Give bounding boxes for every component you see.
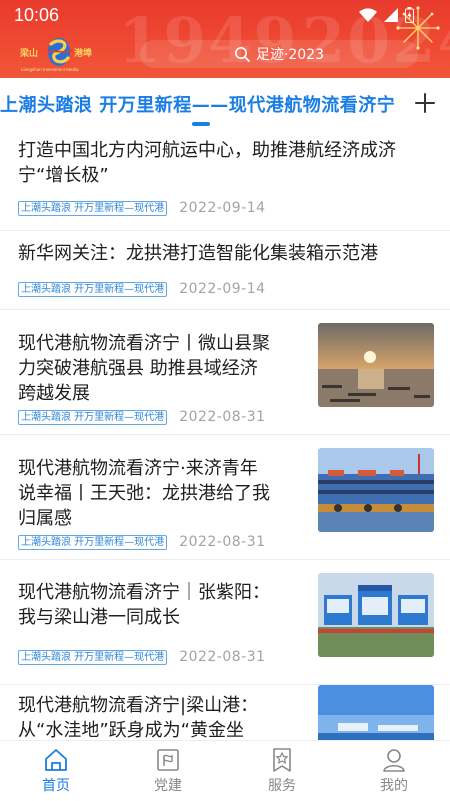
article-title: 现代港航物流看济宁·来济青年 说幸福丨王天弛：龙拱港给了我 归属感 — [18, 456, 302, 531]
home-icon — [45, 749, 67, 771]
article-title-line: 归属感 — [18, 508, 72, 529]
article-tag: 上潮头踏浪 开万里新程—现代港 — [18, 649, 168, 665]
article-thumbnail — [318, 573, 434, 657]
port-blue-sky-image — [318, 685, 434, 740]
tab-active-indicator — [192, 122, 210, 126]
nav-party-label: 党建 — [154, 778, 182, 794]
article-title-line: 我与梁山港一同成长 — [18, 607, 180, 628]
article-title: 现代港航物流看济宁｜张紫阳： 我与梁山港一同成长 — [18, 580, 302, 630]
article-thumbnail — [318, 448, 434, 532]
article-list: 打造中国北方内河航运中心，助推港航经济成济 宁“增长极” 上潮头踏浪 开万里新程… — [0, 128, 450, 740]
article-thumbnail — [318, 685, 434, 740]
status-time: 10:06 — [14, 5, 60, 25]
nav-mine[interactable]: 我的 — [354, 741, 434, 801]
article-title: 打造中国北方内河航运中心，助推港航经济成济 宁“增长极” — [18, 138, 442, 188]
bottom-navigation: 首页 党建 服务 我的 — [0, 740, 450, 801]
article-meta: 上潮头踏浪 开万里新程—现代港 2022-08-31 — [18, 534, 266, 550]
article-title: 新华网关注：龙拱港打造智能化集装箱示范港 — [18, 241, 442, 266]
article-date: 2022-09-14 — [179, 281, 266, 297]
list-item[interactable]: 现代港航物流看济宁·来济青年 说幸福丨王天弛：龙拱港给了我 归属感 上潮头踏浪 … — [0, 435, 450, 560]
list-item[interactable]: 现代港航物流看济宁｜张紫阳： 我与梁山港一同成长 上潮头踏浪 开万里新程—现代港… — [0, 560, 450, 685]
list-item[interactable]: 打造中国北方内河航运中心，助推港航经济成济 宁“增长极” 上潮头踏浪 开万里新程… — [0, 128, 450, 231]
article-title-line: 打造中国北方内河航运中心，助推港航经济成济 — [18, 140, 396, 161]
party-flag-icon — [157, 749, 179, 771]
article-title-line: 现代港航物流看济宁·来济青年 — [18, 458, 258, 479]
search-icon — [234, 47, 250, 62]
service-star-icon — [273, 748, 291, 772]
article-meta: 上潮头踏浪 开万里新程—现代港 2022-09-14 — [18, 200, 266, 216]
nav-party[interactable]: 党建 — [128, 741, 208, 801]
battery-icon — [405, 7, 414, 23]
app-header: 1949 2024 10:06 梁山 港埠 Liangshan Investme… — [0, 0, 450, 78]
article-title-line: 现代港航物流看济宁｜张紫阳： — [18, 582, 270, 603]
nav-home-label: 首页 — [42, 778, 70, 794]
article-title-line: 新华网关注：龙拱港打造智能化集装箱示范港 — [18, 243, 378, 264]
article-meta: 上潮头踏浪 开万里新程—现代港 2022-08-31 — [18, 649, 266, 665]
article-date: 2022-08-31 — [179, 409, 266, 425]
list-item[interactable]: 现代港航物流看济宁丨微山县聚 力突破港航强县 助推县域经济 跨越发展 上潮头踏浪… — [0, 310, 450, 435]
search-bar[interactable]: 足迹·2023 — [140, 40, 418, 68]
article-title-line: 从“水洼地”跃身成为“黄金坐 — [18, 720, 244, 740]
tab-active-channel[interactable]: 上潮头踏浪 开万里新程——现代港航物流看济宁 — [0, 91, 404, 117]
logo-text-right: 港埠 — [74, 49, 93, 59]
sunset-lake-image — [318, 323, 434, 407]
article-title-line: 跨越发展 — [18, 383, 90, 404]
article-tag: 上潮头踏浪 开万里新程—现代港 — [18, 200, 168, 216]
article-title: 现代港航物流看济宁丨微山县聚 力突破港航强县 助推县域经济 跨越发展 — [18, 331, 302, 406]
cargo-barges-image — [318, 448, 434, 532]
nav-home[interactable]: 首页 — [16, 741, 96, 801]
app-logo: 梁山 港埠 Liangshan Investment Media — [18, 34, 98, 74]
article-title-line: 宁“增长极” — [18, 165, 109, 186]
article-title: 现代港航物流看济宁|梁山港： 从“水洼地”跃身成为“黄金坐 — [18, 693, 302, 740]
search-placeholder: 足迹·2023 — [255, 47, 325, 63]
logo-text-left: 梁山 — [20, 49, 39, 59]
port-billboards-image — [318, 573, 434, 657]
list-item[interactable]: 现代港航物流看济宁|梁山港： 从“水洼地”跃身成为“黄金坐 — [0, 685, 450, 740]
nav-service[interactable]: 服务 — [242, 741, 322, 801]
nav-mine-label: 我的 — [380, 778, 408, 794]
user-icon — [383, 749, 405, 772]
article-date: 2022-08-31 — [179, 534, 266, 550]
status-bar: 10:06 — [0, 0, 450, 30]
logo-subtitle: Liangshan Investment Media — [21, 67, 79, 72]
article-title-line: 现代港航物流看济宁丨微山县聚 — [18, 333, 270, 354]
article-title-line: 说幸福丨王天弛：龙拱港给了我 — [18, 483, 270, 504]
article-title-line: 力突破港航强县 助推县域经济 — [18, 358, 258, 379]
wifi-icon — [359, 8, 377, 22]
article-tag: 上潮头踏浪 开万里新程—现代港 — [18, 534, 168, 550]
channel-tabbar: 上潮头踏浪 开万里新程——现代港航物流看济宁 — [0, 78, 450, 128]
article-tag: 上潮头踏浪 开万里新程—现代港 — [18, 409, 168, 425]
article-date: 2022-09-14 — [179, 200, 266, 216]
article-tag: 上潮头踏浪 开万里新程—现代港 — [18, 281, 168, 297]
article-title-line: 现代港航物流看济宁|梁山港： — [18, 695, 259, 716]
status-icons — [359, 7, 414, 23]
article-thumbnail — [318, 323, 434, 407]
article-meta: 上潮头踏浪 开万里新程—现代港 2022-09-14 — [18, 281, 266, 297]
article-meta: 上潮头踏浪 开万里新程—现代港 2022-08-31 — [18, 409, 266, 425]
article-date: 2022-08-31 — [179, 649, 266, 665]
add-channel-button[interactable] — [412, 90, 438, 116]
list-item[interactable]: 新华网关注：龙拱港打造智能化集装箱示范港 上潮头踏浪 开万里新程—现代港 202… — [0, 230, 450, 310]
signal-icon — [384, 8, 398, 22]
nav-service-label: 服务 — [268, 778, 296, 794]
